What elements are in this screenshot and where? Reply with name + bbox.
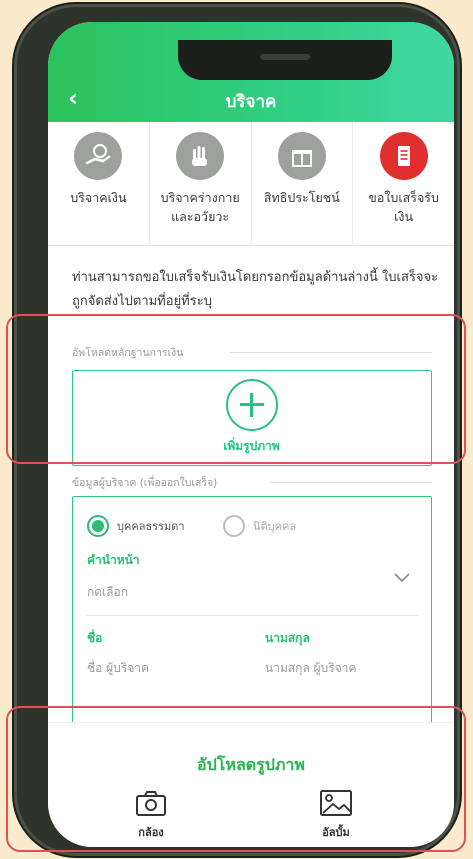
menu-item-label: สิทธิประโยชน์ bbox=[263, 190, 340, 205]
last-name-input[interactable]: นามสกุล ผู้บริจาค bbox=[265, 659, 357, 678]
menu-item-label: บริจาคเงิน bbox=[70, 190, 127, 205]
chevron-down-icon[interactable] bbox=[393, 571, 411, 585]
radio-entity-label: นิติบุคคล bbox=[253, 520, 297, 533]
hand-coin-icon bbox=[74, 132, 123, 180]
intro-text: ท่านสามารถขอใบเสร็จรับเงินโดยกรอกข้อมูลด… bbox=[72, 270, 439, 309]
phone-notch bbox=[178, 40, 392, 80]
prefix-label: คำนำหน้า bbox=[87, 553, 140, 567]
highlight-evidence-upload bbox=[6, 314, 466, 464]
highlight-upload-sheet bbox=[6, 706, 466, 852]
first-name-label: ชื่อ bbox=[87, 631, 103, 645]
menu-item-receipt-request[interactable]: ขอใบเสร็จรับ เงิน bbox=[353, 122, 454, 245]
menu-item-label: บริจาคร่างกาย และอวัยวะ bbox=[160, 190, 240, 224]
donor-section-title: ข้อมูลผู้บริจาค (เพื่อออกใบเสร็จ) bbox=[72, 477, 218, 489]
prefix-select[interactable]: กดเลือก bbox=[87, 583, 128, 602]
first-name-input[interactable]: ชื่อ ผู้บริจาค bbox=[87, 659, 149, 678]
raised-hand-icon bbox=[176, 132, 225, 180]
radio-entity[interactable] bbox=[223, 515, 245, 537]
page-title: บริจาค bbox=[225, 92, 277, 112]
radio-person[interactable] bbox=[87, 515, 109, 537]
gift-icon bbox=[277, 132, 326, 180]
donor-info-form: บุคคลธรรมดา นิติบุคคล คำนำหน้า กดเลือก ช… bbox=[72, 496, 432, 726]
menu-item-label: ขอใบเสร็จรับ เงิน bbox=[368, 190, 439, 224]
field-divider bbox=[87, 615, 419, 616]
receipt-icon bbox=[379, 132, 428, 180]
donation-menu: บริจาคเงิน บริจาคร่างกาย และอวัยวะ สิทธิ… bbox=[48, 122, 454, 246]
radio-person-label: บุคคลธรรมดา bbox=[117, 520, 185, 533]
section-divider bbox=[270, 482, 432, 483]
menu-item-donate-organs[interactable]: บริจาคร่างกาย และอวัยวะ bbox=[150, 122, 252, 245]
menu-item-benefits[interactable]: สิทธิประโยชน์ bbox=[252, 122, 354, 245]
last-name-label: นามสกุล bbox=[265, 631, 310, 645]
menu-item-donate-money[interactable]: บริจาคเงิน bbox=[48, 122, 150, 245]
